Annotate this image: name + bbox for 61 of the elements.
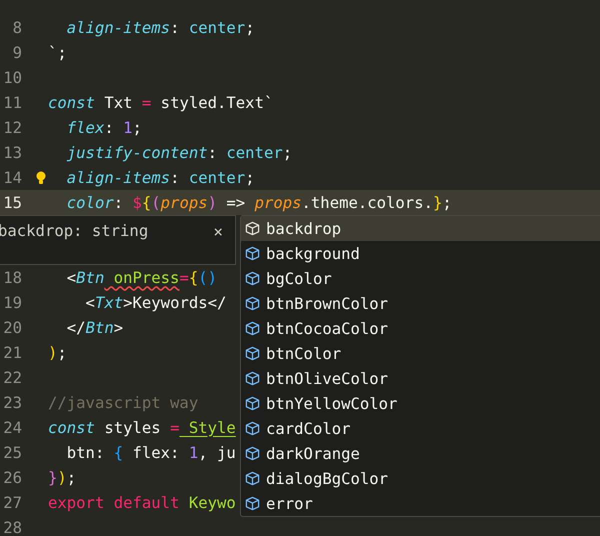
suggestion-item[interactable]: error bbox=[241, 491, 600, 516]
code-line: align-items: center; bbox=[66, 18, 255, 36]
line-number: 26 bbox=[2, 468, 22, 486]
cube-icon bbox=[245, 296, 260, 311]
line-number: 13 bbox=[2, 144, 22, 162]
line-number: 28 bbox=[2, 518, 22, 536]
line-number: 27 bbox=[2, 494, 22, 512]
cube-icon bbox=[245, 221, 260, 236]
suggestion-item[interactable]: btnOliveColor bbox=[241, 366, 600, 391]
cube-icon bbox=[245, 321, 260, 336]
line-number: 11 bbox=[2, 94, 22, 112]
cube-icon bbox=[245, 271, 260, 286]
code-line: justify-content: center; bbox=[66, 144, 292, 162]
line-number: 25 bbox=[2, 444, 22, 462]
line-number: 19 bbox=[2, 294, 22, 312]
line-number: 18 bbox=[2, 268, 22, 286]
cube-icon bbox=[245, 496, 260, 511]
suggestion-item[interactable]: cardColor bbox=[241, 416, 600, 441]
code-line: <Btn onPress={() bbox=[66, 268, 218, 286]
suggestion-item[interactable]: backdrop bbox=[241, 216, 600, 241]
line-number: 9 bbox=[12, 44, 22, 62]
suggestion-item[interactable]: btnColor bbox=[241, 341, 600, 366]
line-number: 20 bbox=[2, 318, 22, 336]
line-number: 10 bbox=[2, 68, 22, 86]
code-line: align-items: center; bbox=[66, 168, 255, 186]
cube-icon bbox=[245, 346, 260, 361]
cube-icon bbox=[245, 471, 260, 486]
close-button[interactable]: × bbox=[209, 222, 227, 241]
suggestion-item[interactable]: bgColor bbox=[241, 266, 600, 291]
code-line: flex: 1; bbox=[66, 118, 142, 136]
cube-icon bbox=[245, 371, 260, 386]
line-number: 24 bbox=[2, 418, 22, 436]
code-line: const Txt = styled.Text` bbox=[48, 94, 274, 112]
code-line: btn: { flex: 1, ju bbox=[66, 444, 236, 462]
cube-icon bbox=[245, 396, 260, 411]
suggestion-item[interactable]: btnCocoaColor bbox=[241, 316, 600, 341]
cube-icon bbox=[245, 246, 260, 261]
cube-icon bbox=[245, 446, 260, 461]
suggestion-item[interactable]: darkOrange bbox=[241, 441, 600, 466]
suggestion-item[interactable]: btnYellowColor bbox=[241, 391, 600, 416]
suggestion-item[interactable]: dialogBgColor bbox=[241, 466, 600, 491]
lightbulb-icon[interactable] bbox=[36, 170, 46, 184]
code-line: ); bbox=[48, 344, 67, 362]
code-line: `; bbox=[48, 44, 67, 62]
code-line: //javascript way bbox=[48, 394, 198, 412]
code-line: </Btn> bbox=[66, 318, 124, 336]
line-number: 8 bbox=[12, 18, 22, 36]
code-line: <Txt>Keywords</ bbox=[84, 294, 226, 312]
line-number: 22 bbox=[2, 368, 22, 386]
suggestion-item[interactable]: background bbox=[241, 241, 600, 266]
line-number: 12 bbox=[2, 118, 22, 136]
code-line: export default Keywo bbox=[48, 494, 236, 512]
code-line: color: ${(props) => props.theme.colors.}; bbox=[66, 194, 452, 212]
code-line: const styles = Style bbox=[48, 418, 236, 436]
line-number: 23 bbox=[2, 394, 22, 412]
code-line: }); bbox=[48, 468, 76, 486]
line-number: 14 bbox=[2, 168, 22, 186]
line-number: 21 bbox=[2, 344, 22, 362]
line-number: 15 bbox=[2, 194, 22, 212]
cube-icon bbox=[245, 421, 260, 436]
suggestion-item[interactable]: btnBrownColor bbox=[241, 291, 600, 316]
